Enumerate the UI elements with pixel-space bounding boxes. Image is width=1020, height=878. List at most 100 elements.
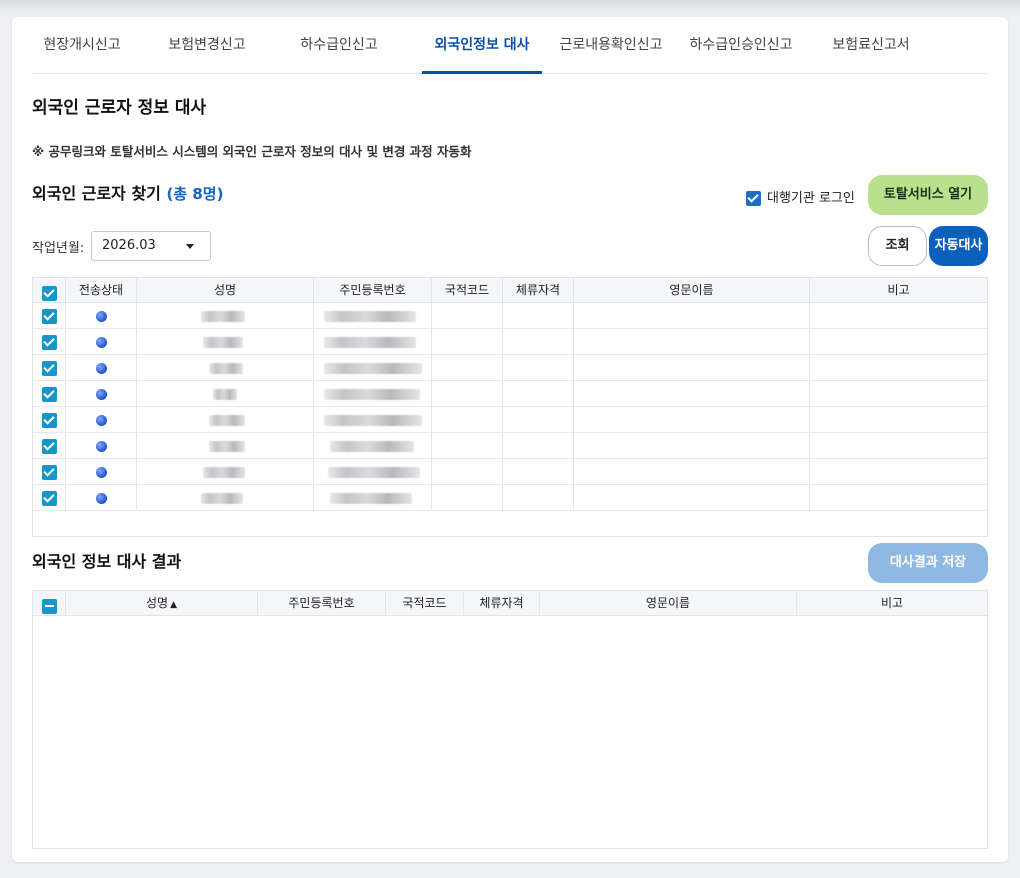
rrn-cell <box>314 485 432 510</box>
redacted-rrn <box>328 467 420 478</box>
tab-insurance-change-report[interactable]: 보험변경신고 <box>157 17 257 74</box>
visa-cell <box>503 459 574 484</box>
col-visa[interactable]: 체류자격 <box>503 278 574 302</box>
status-dot-icon <box>95 493 107 504</box>
row-checkbox[interactable] <box>41 309 57 324</box>
table-row[interactable] <box>33 381 987 407</box>
redacted-rrn <box>324 311 416 322</box>
row-checkbox[interactable] <box>41 465 57 480</box>
name-cell <box>137 459 314 484</box>
redacted-name <box>201 493 243 504</box>
agency-login-option[interactable]: 대행기관 로그인 <box>746 187 855 206</box>
tab-bar: 현장개시신고 보험변경신고 하수급인신고 외국인정보 대사 근로내용확인신고 하… <box>32 17 988 74</box>
visa-cell <box>503 355 574 380</box>
worker-grid-header: 전송상태 성명 주민등록번호 국적코드 체류자격 영문이름 비고 <box>33 278 987 303</box>
status-cell <box>66 433 137 458</box>
row-checkbox[interactable] <box>41 335 57 350</box>
table-row[interactable] <box>33 303 987 329</box>
row-select-cell <box>33 485 66 510</box>
col-rrn[interactable]: 주민등록번호 <box>314 278 432 302</box>
visa-cell <box>503 407 574 432</box>
result-select-all-cell <box>33 591 66 615</box>
status-dot-icon <box>95 389 107 400</box>
result-col-english-name[interactable]: 영문이름 <box>540 591 797 615</box>
rrn-cell <box>314 407 432 432</box>
visa-cell <box>503 329 574 354</box>
rrn-cell <box>314 433 432 458</box>
result-select-all-checkbox[interactable] <box>41 598 57 614</box>
status-cell <box>66 459 137 484</box>
nation-cell <box>432 433 503 458</box>
name-cell <box>137 407 314 432</box>
col-remark[interactable]: 비고 <box>810 278 987 302</box>
nation-cell <box>432 485 503 510</box>
auto-match-button[interactable]: 자동대사 <box>929 226 988 266</box>
name-cell <box>137 303 314 328</box>
table-row[interactable] <box>33 433 987 459</box>
result-col-name[interactable]: 성명 ▲ <box>66 591 258 615</box>
status-cell <box>66 381 137 406</box>
status-dot-icon <box>95 415 107 426</box>
table-row[interactable] <box>33 355 987 381</box>
result-col-nation[interactable]: 국적코드 <box>386 591 464 615</box>
tab-premium-report[interactable]: 보험료신고서 <box>821 17 921 74</box>
finder-title: 외국인 근로자 찾기 (총 8명) <box>32 180 223 204</box>
remark-cell <box>810 355 987 380</box>
rrn-cell <box>314 303 432 328</box>
tab-work-content-report[interactable]: 근로내용확인신고 <box>556 17 666 74</box>
visa-cell <box>503 433 574 458</box>
redacted-rrn <box>330 441 414 452</box>
table-row[interactable] <box>33 459 987 485</box>
status-dot-icon <box>95 337 107 348</box>
row-checkbox[interactable] <box>41 413 57 428</box>
sort-ascending-icon: ▲ <box>170 600 177 610</box>
save-result-button[interactable]: 대사결과 저장 <box>868 543 988 583</box>
col-name[interactable]: 성명 <box>137 278 314 302</box>
page-title: 외국인 근로자 정보 대사 <box>32 98 207 118</box>
remark-cell <box>810 303 987 328</box>
english-name-cell <box>574 459 810 484</box>
search-button[interactable]: 조회 <box>868 226 927 266</box>
col-nation[interactable]: 국적코드 <box>432 278 503 302</box>
agency-login-checkbox[interactable] <box>746 191 761 206</box>
worker-grid: 전송상태 성명 주민등록번호 국적코드 체류자격 영문이름 비고 <box>32 277 988 537</box>
row-select-cell <box>33 303 66 328</box>
result-col-rrn[interactable]: 주민등록번호 <box>258 591 386 615</box>
rrn-cell <box>314 381 432 406</box>
status-cell <box>66 355 137 380</box>
visa-cell <box>503 485 574 510</box>
col-english-name[interactable]: 영문이름 <box>574 278 810 302</box>
result-col-name-label: 성명 <box>145 596 169 610</box>
result-grid-header: 성명 ▲ 주민등록번호 국적코드 체류자격 영문이름 비고 <box>33 591 987 616</box>
english-name-cell <box>574 355 810 380</box>
select-all-checkbox[interactable] <box>41 285 57 301</box>
month-label: 작업년월: <box>32 241 85 256</box>
col-status[interactable]: 전송상태 <box>66 278 137 302</box>
name-cell <box>137 381 314 406</box>
english-name-cell <box>574 381 810 406</box>
result-col-visa[interactable]: 체류자격 <box>464 591 540 615</box>
row-checkbox[interactable] <box>41 439 57 454</box>
row-checkbox[interactable] <box>41 491 57 506</box>
nation-cell <box>432 329 503 354</box>
english-name-cell <box>574 407 810 432</box>
main-card: 현장개시신고 보험변경신고 하수급인신고 외국인정보 대사 근로내용확인신고 하… <box>12 17 1008 862</box>
month-select[interactable]: 2026.03 <box>91 231 211 261</box>
row-checkbox[interactable] <box>41 361 57 376</box>
table-row[interactable] <box>33 485 987 511</box>
remark-cell <box>810 329 987 354</box>
tab-site-start-report[interactable]: 현장개시신고 <box>32 17 132 74</box>
table-row[interactable] <box>33 407 987 433</box>
redacted-name <box>209 415 245 426</box>
open-total-service-button[interactable]: 토탈서비스 열기 <box>868 175 988 215</box>
result-col-remark[interactable]: 비고 <box>797 591 987 615</box>
tab-subcontractor-report[interactable]: 하수급인신고 <box>289 17 389 74</box>
redacted-name <box>209 441 245 452</box>
row-checkbox[interactable] <box>41 387 57 402</box>
table-row[interactable] <box>33 329 987 355</box>
nation-cell <box>432 303 503 328</box>
tab-foreigner-info-match[interactable]: 외국인정보 대사 <box>422 17 542 74</box>
tab-subcontractor-approval-report[interactable]: 하수급인승인신고 <box>686 17 796 74</box>
finder-title-text: 외국인 근로자 찾기 <box>32 184 161 203</box>
redacted-name <box>209 363 243 374</box>
